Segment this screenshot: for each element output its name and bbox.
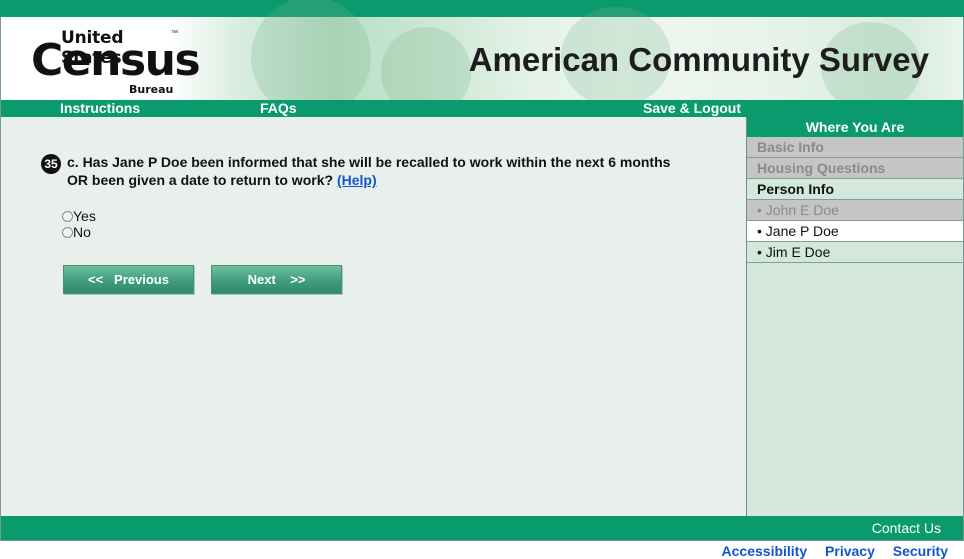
question-panel: 35 c. Has Jane P Doe been informed that … xyxy=(1,117,746,516)
logo-bureau: Bureau xyxy=(129,83,174,96)
header-banner: United States ™ Census Bureau American C… xyxy=(1,0,963,117)
option-no[interactable]: No xyxy=(62,224,91,240)
question-text: c. Has Jane P Doe been informed that she… xyxy=(67,153,670,189)
help-link[interactable]: (Help) xyxy=(337,172,377,188)
footer-links: Accessibility Privacy Security xyxy=(708,543,948,559)
logo-census: Census xyxy=(31,35,201,86)
previous-button[interactable]: << Previous xyxy=(63,265,194,294)
previous-button-label: << Previous xyxy=(88,272,169,287)
privacy-link[interactable]: Privacy xyxy=(825,543,875,559)
accessibility-link[interactable]: Accessibility xyxy=(722,543,808,559)
sidebar-item-basic-info: Basic Info xyxy=(747,137,963,158)
census-logo[interactable]: United States ™ Census Bureau xyxy=(31,27,201,97)
top-bar xyxy=(0,0,964,17)
question-line-2: OR been given a date to return to work? xyxy=(67,172,334,188)
contact-us-link[interactable]: Contact Us xyxy=(872,516,941,540)
nav-instructions-link[interactable]: Instructions xyxy=(60,100,140,117)
option-yes-label: Yes xyxy=(73,208,96,224)
radio-no[interactable] xyxy=(62,226,73,238)
question-line-1: c. Has Jane P Doe been informed that she… xyxy=(67,154,671,170)
next-button-label: Next >> xyxy=(247,272,306,287)
option-yes[interactable]: Yes xyxy=(62,208,96,224)
where-you-are-sidebar: Where You Are Basic Info Housing Questio… xyxy=(746,117,963,516)
survey-title: American Community Survey xyxy=(468,41,929,78)
nav-bar: Instructions FAQs Save & Logout xyxy=(1,100,963,117)
sidebar-person-jane-current[interactable]: • Jane P Doe xyxy=(747,221,963,242)
sidebar-title: Where You Are xyxy=(747,117,963,137)
footer-bar: Contact Us xyxy=(1,516,963,540)
sidebar-person-john: • John E Doe xyxy=(747,200,963,221)
next-button[interactable]: Next >> xyxy=(211,265,342,294)
question-number-badge: 35 xyxy=(41,154,61,174)
radio-yes[interactable] xyxy=(62,210,73,222)
sidebar-item-person-info: Person Info xyxy=(747,179,963,200)
nav-save-logout-link[interactable]: Save & Logout xyxy=(643,100,741,117)
nav-faqs-link[interactable]: FAQs xyxy=(260,100,297,117)
sidebar-person-jim[interactable]: • Jim E Doe xyxy=(747,242,963,263)
sidebar-item-housing-questions: Housing Questions xyxy=(747,158,963,179)
option-no-label: No xyxy=(73,224,91,240)
security-link[interactable]: Security xyxy=(893,543,948,559)
